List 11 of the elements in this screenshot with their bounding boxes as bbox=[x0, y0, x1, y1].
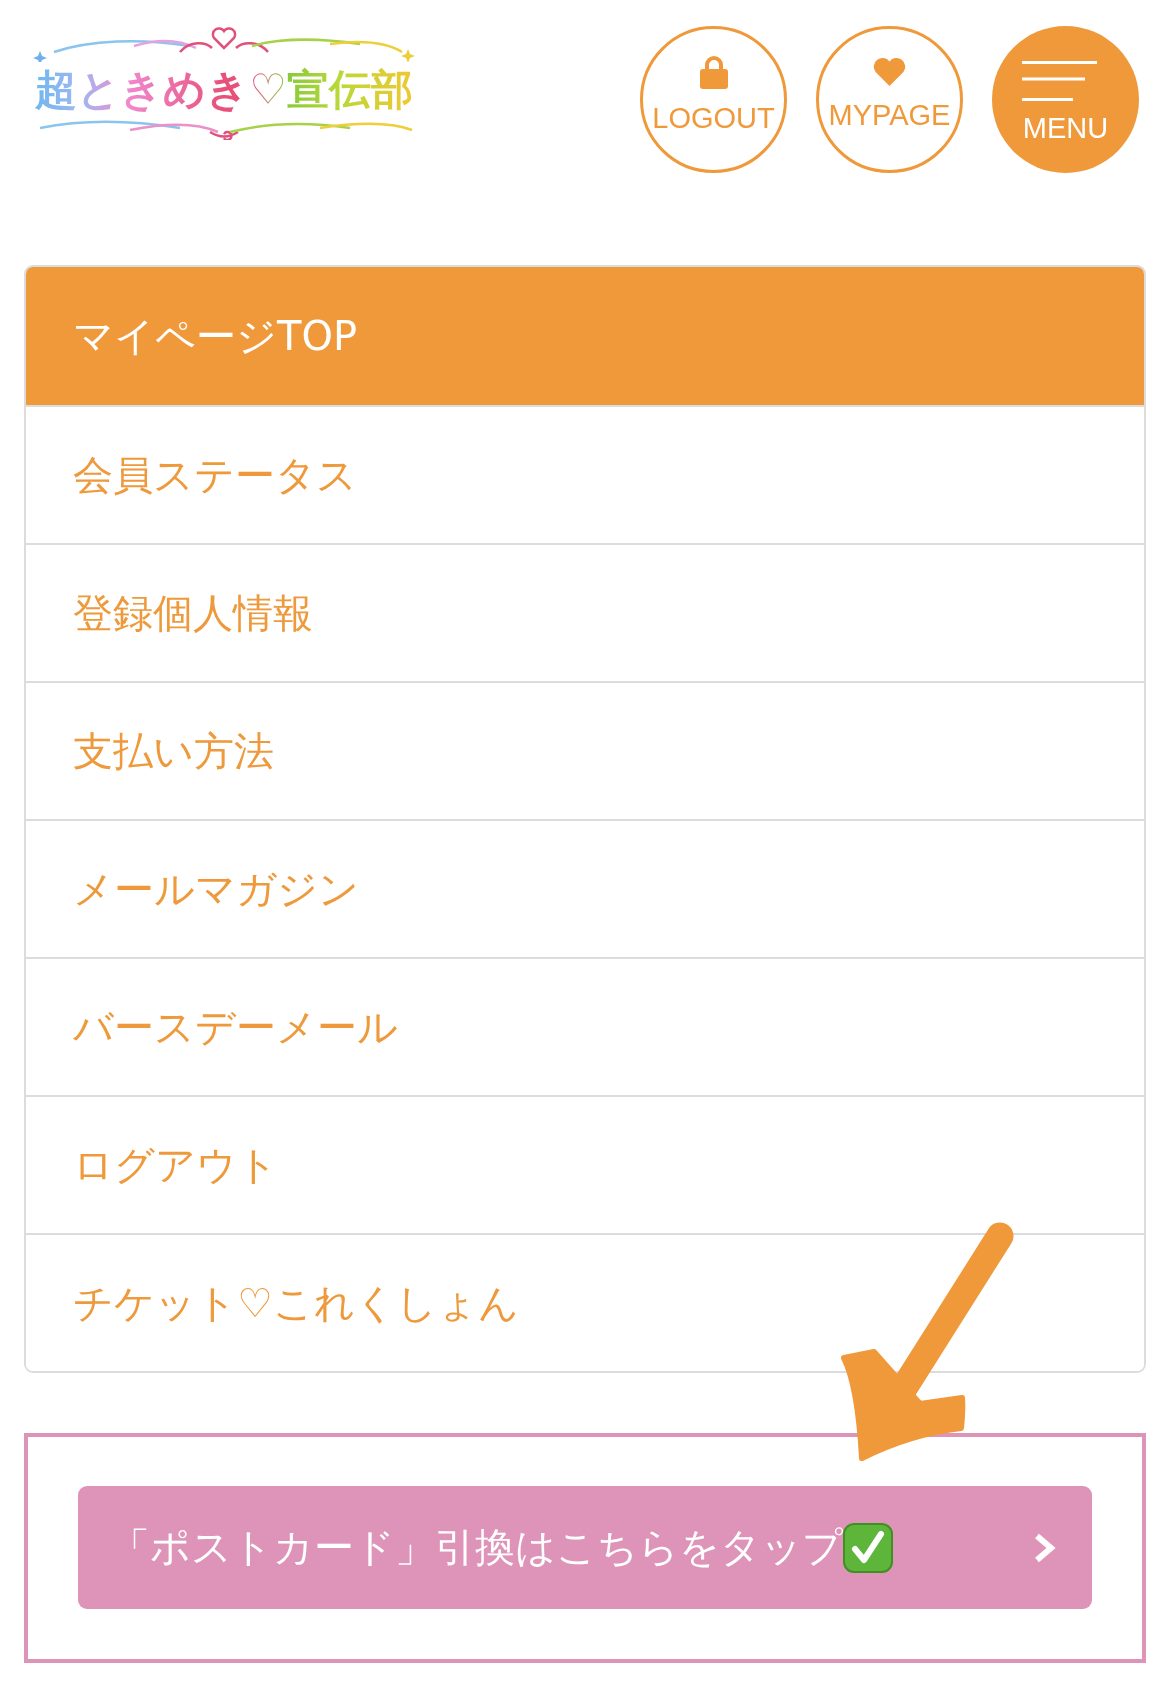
menu-button[interactable]: MENU bbox=[992, 26, 1139, 173]
logout-button[interactable]: LOGOUT bbox=[640, 26, 787, 173]
postcard-button[interactable]: 「ポストカード」引換はこちらをタップ bbox=[78, 1486, 1092, 1609]
menu-item[interactable]: マイページTOP bbox=[26, 267, 1144, 405]
menu-icon bbox=[1022, 60, 1097, 101]
chevron-right-icon bbox=[1032, 1531, 1058, 1564]
checkmark-icon bbox=[843, 1522, 893, 1573]
heart-icon bbox=[873, 57, 906, 86]
menu-item[interactable]: チケット♡これくしょん bbox=[26, 1233, 1144, 1371]
mypage-button[interactable]: MYPAGE bbox=[816, 26, 963, 173]
lock-icon bbox=[698, 54, 729, 89]
